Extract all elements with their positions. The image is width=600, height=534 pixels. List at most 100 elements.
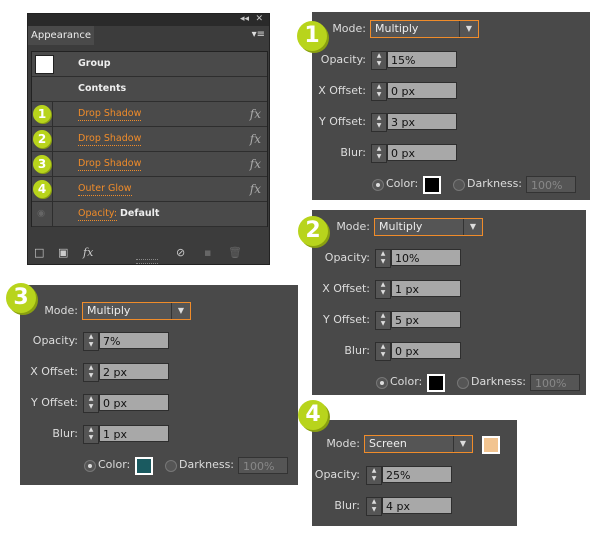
chevron-down-icon: ▼ [459, 21, 478, 37]
clear-icon[interactable]: ⊘ [176, 246, 185, 259]
thumbnail [35, 55, 54, 74]
badge: 3 [33, 155, 51, 173]
x-offset-stepper[interactable]: ▲ ▼ [83, 363, 99, 382]
opacity-label: Opacity: [32, 334, 78, 347]
drop-shadow-2-dialog: Mode: Multiply ▼ Opacity: ▲ ▼ 10% X Offset:… [312, 210, 586, 395]
darkness-radio[interactable] [453, 179, 465, 191]
mode-value: Multiply [375, 22, 419, 35]
blur-input[interactable]: 4 px [382, 497, 452, 514]
darkness-radio[interactable] [457, 377, 469, 389]
badge: 2 [33, 130, 51, 148]
darkness-label: Darkness: [467, 177, 523, 190]
color-swatch[interactable] [423, 176, 441, 194]
badge: 1 [33, 105, 51, 123]
add-fill-icon[interactable]: ▣ [58, 246, 68, 259]
darkness-label: Darkness: [471, 375, 527, 388]
row-effect[interactable]: 2 Drop Shadow fx [32, 127, 267, 152]
x-offset-input[interactable]: 1 px [391, 280, 461, 297]
x-offset-label: X Offset: [30, 365, 78, 378]
badge: 4 [33, 180, 51, 198]
fx-icon[interactable]: fx [250, 127, 261, 151]
mode-label: Mode: [326, 437, 360, 450]
mode-select[interactable]: Multiply ▼ [82, 302, 191, 320]
y-offset-input[interactable]: 3 px [387, 113, 457, 130]
blur-stepper[interactable]: ▲ ▼ [371, 144, 387, 163]
darkness-input[interactable]: 100% [530, 374, 580, 391]
opacity-stepper[interactable]: ▲ ▼ [375, 249, 391, 268]
row-contents[interactable]: Contents [32, 77, 267, 102]
step-badge: 1 [297, 21, 327, 51]
opacity-label: Opacity: [314, 468, 360, 481]
darkness-radio[interactable] [165, 460, 177, 472]
opacity-input[interactable]: 10% [391, 249, 461, 266]
opacity-stepper[interactable]: ▲ ▼ [366, 466, 382, 485]
y-offset-stepper[interactable]: ▲ ▼ [375, 311, 391, 330]
x-offset-label: X Offset: [318, 84, 366, 97]
opacity-stepper[interactable]: ▲ ▼ [371, 51, 387, 70]
x-offset-input[interactable]: 2 px [99, 363, 169, 380]
effect-link[interactable]: Drop Shadow [78, 158, 142, 171]
mode-value: Multiply [87, 304, 131, 317]
blur-input[interactable]: 0 px [387, 144, 457, 161]
effect-link[interactable]: Drop Shadow [78, 133, 142, 146]
duplicate-icon[interactable]: ▪ [204, 246, 211, 259]
x-offset-stepper[interactable]: ▲ ▼ [375, 280, 391, 299]
effect-link[interactable]: Drop Shadow [78, 108, 142, 121]
color-radio[interactable] [376, 377, 388, 389]
color-swatch[interactable] [427, 374, 445, 392]
close-icon[interactable]: ✕ [255, 14, 263, 24]
fx-icon[interactable]: fx [250, 102, 261, 126]
darkness-input[interactable]: 100% [526, 176, 576, 193]
blur-stepper[interactable]: ▲ ▼ [366, 497, 382, 516]
row-group[interactable]: Group [32, 52, 267, 77]
color-swatch[interactable] [135, 457, 153, 475]
opacity-link[interactable]: Opacity: [78, 208, 118, 221]
x-offset-stepper[interactable]: ▲ ▼ [371, 82, 387, 101]
effect-link[interactable]: Outer Glow [78, 183, 132, 196]
y-offset-input[interactable]: 0 px [99, 394, 169, 411]
mode-select[interactable]: Multiply ▼ [370, 20, 479, 38]
y-offset-stepper[interactable]: ▲ ▼ [83, 394, 99, 413]
row-opacity[interactable]: ◉ Opacity: Default [32, 202, 267, 227]
eye-icon[interactable]: ◉ [37, 202, 45, 226]
add-stroke-icon[interactable]: □ [34, 246, 44, 259]
tab-appearance[interactable]: Appearance [28, 26, 94, 45]
panel-menu-icon[interactable]: ▾≡ [252, 29, 265, 40]
color-radio[interactable] [372, 179, 384, 191]
y-offset-label: Y Offset: [319, 115, 366, 128]
color-radio[interactable] [84, 460, 96, 472]
y-offset-input[interactable]: 5 px [391, 311, 461, 328]
delete-icon[interactable]: 🗑 [228, 246, 242, 259]
darkness-input[interactable]: 100% [238, 457, 288, 474]
opacity-stepper[interactable]: ▲ ▼ [83, 332, 99, 351]
blur-stepper[interactable]: ▲ ▼ [375, 342, 391, 361]
mode-select[interactable]: Screen ▼ [364, 435, 473, 453]
add-effect-icon[interactable]: fx [83, 246, 93, 259]
step-badge: 2 [298, 216, 328, 246]
x-offset-input[interactable]: 0 px [387, 82, 457, 99]
chevron-down-icon: ▼ [453, 436, 472, 452]
appearance-panel: ◂◂ ✕ Appearance ▾≡ Group Contents 1 Drop … [27, 13, 270, 265]
blur-input[interactable]: 0 px [391, 342, 461, 359]
y-offset-label: Y Offset: [31, 396, 78, 409]
row-effect[interactable]: 1 Drop Shadow fx [32, 102, 267, 127]
blur-label: Blur: [340, 146, 366, 159]
opacity-input[interactable]: 7% [99, 332, 169, 349]
outer-glow-dialog: Mode: Screen ▼ Opacity: ▲ ▼ 25% Blur: ▲ ▼ 4 p… [312, 420, 517, 526]
color-swatch[interactable] [482, 436, 500, 454]
opacity-input[interactable]: 15% [387, 51, 457, 68]
mode-value: Multiply [379, 220, 423, 233]
color-label: Color: [390, 375, 423, 388]
opacity-input[interactable]: 25% [382, 466, 452, 483]
y-offset-stepper[interactable]: ▲ ▼ [371, 113, 387, 132]
mode-select[interactable]: Multiply ▼ [374, 218, 483, 236]
resize-grip[interactable] [136, 259, 158, 264]
fx-icon[interactable]: fx [250, 152, 261, 176]
collapse-icon[interactable]: ◂◂ [240, 14, 249, 24]
row-effect[interactable]: 4 Outer Glow fx [32, 177, 267, 202]
step-badge: 3 [6, 283, 36, 313]
fx-icon[interactable]: fx [250, 177, 261, 201]
blur-stepper[interactable]: ▲ ▼ [83, 425, 99, 444]
blur-input[interactable]: 1 px [99, 425, 169, 442]
row-effect[interactable]: 3 Drop Shadow fx [32, 152, 267, 177]
